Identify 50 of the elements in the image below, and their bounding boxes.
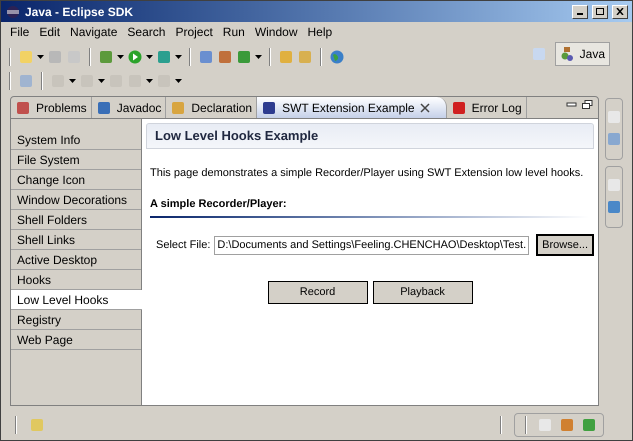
page-description: This page demonstrates a simple Recorder/Player using SWT Extension low level hooks.: [149, 166, 584, 181]
window-title: Java - Eclipse SDK: [25, 4, 134, 20]
menu-item[interactable]: Search: [122, 23, 170, 41]
sidebar-item[interactable]: Shell Folders: [11, 210, 141, 230]
view-tab[interactable]: Problems: [11, 97, 92, 118]
action-button[interactable]: Record: [268, 281, 368, 304]
perspective-button[interactable]: Java: [554, 42, 610, 66]
sidebar-item[interactable]: Registry: [11, 310, 141, 330]
sidebar-item[interactable]: Low Level Hooks: [11, 290, 142, 310]
sidebar-item[interactable]: File System: [11, 150, 141, 170]
sidebar-item[interactable]: Web Page: [11, 330, 141, 350]
menu-item[interactable]: File: [5, 23, 34, 41]
browse-button[interactable]: Browse...: [536, 234, 594, 256]
close-icon[interactable]: [420, 102, 430, 112]
caret-icon[interactable]: [146, 55, 153, 59]
minimize-button[interactable]: [572, 4, 588, 18]
maximize-icon: [596, 8, 604, 15]
view-tab[interactable]: Error Log: [446, 97, 527, 118]
section-heading: A simple Recorder/Player:: [149, 196, 288, 212]
close-button[interactable]: [612, 4, 628, 18]
menu-item[interactable]: Run: [218, 23, 250, 41]
action-button[interactable]: Playback: [372, 281, 473, 304]
page-title: Low Level Hooks Example: [155, 127, 318, 146]
caret-icon[interactable]: [146, 79, 153, 83]
java-perspective-icon: [560, 46, 576, 62]
caret-icon[interactable]: [37, 55, 44, 59]
caret-icon[interactable]: [98, 79, 105, 83]
caret-icon[interactable]: [175, 79, 182, 83]
sidebar-item[interactable]: Active Desktop: [11, 250, 141, 270]
menu-item[interactable]: Project: [170, 23, 218, 41]
caret-icon[interactable]: [69, 79, 76, 83]
field-label: Select File:: [156, 238, 210, 253]
view-tab[interactable]: Javadoc: [92, 97, 166, 118]
view-tab[interactable]: SWT Extension Example: [257, 97, 447, 118]
eclipse-icon: [5, 4, 21, 20]
menu-item[interactable]: Help: [302, 23, 338, 41]
file-path-field[interactable]: D:\Documents and Settings\Feeling.CHENCHAO\Desktop\Test.: [214, 236, 530, 254]
menu-item[interactable]: Edit: [34, 23, 66, 41]
close-icon: [616, 8, 624, 15]
sidebar-item[interactable]: System Info: [11, 130, 141, 150]
menu-item[interactable]: Navigate: [65, 23, 122, 41]
caret-icon[interactable]: [117, 55, 124, 59]
caret-icon[interactable]: [255, 55, 262, 59]
menu-item[interactable]: Window: [250, 23, 302, 41]
sidebar-item[interactable]: Window Decorations: [11, 190, 141, 210]
sidebar-item[interactable]: Shell Links: [11, 230, 141, 250]
caret-icon[interactable]: [175, 55, 182, 59]
maximize-button[interactable]: [592, 4, 608, 18]
globe-icon[interactable]: [329, 49, 345, 65]
sidebar-item[interactable]: Change Icon: [11, 170, 141, 190]
